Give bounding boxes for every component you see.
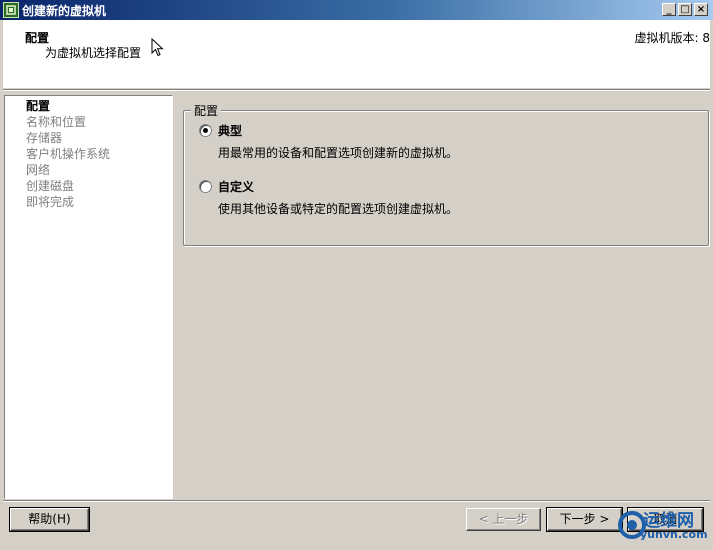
title-bar[interactable]: 创建新的虚拟机 _ □ × xyxy=(0,0,713,20)
step-item-create-disk: 创建磁盘 xyxy=(26,179,75,193)
config-group-legend: 配置 xyxy=(191,102,222,119)
minimize-button[interactable]: _ xyxy=(662,3,676,16)
step-item-config[interactable]: 配置 xyxy=(26,98,50,114)
custom-radio[interactable] xyxy=(199,180,212,193)
footer-divider xyxy=(3,500,710,502)
wizard-window: 创建新的虚拟机 _ □ × 配置 为虚拟机选择配置 虚拟机版本: 8 配置 名称… xyxy=(0,0,713,550)
step-item-storage: 存储器 xyxy=(26,131,63,145)
step-item-ready: 即将完成 xyxy=(26,195,75,209)
wizard-header: 配置 为虚拟机选择配置 虚拟机版本: 8 xyxy=(3,20,710,88)
wizard-steps-pane: 配置 名称和位置 存储器 客户机操作系统 网络 创建磁盘 即将完成 xyxy=(4,95,173,499)
step-item-name-location: 名称和位置 xyxy=(26,115,87,129)
vsphere-app-icon xyxy=(3,2,19,18)
custom-option-description: 使用其他设备或特定的配置选项创建虚拟机。 xyxy=(218,202,459,216)
config-groupbox xyxy=(183,110,709,246)
typical-option-label[interactable]: 典型 xyxy=(218,122,242,139)
typical-option-description: 用最常用的设备和配置选项创建新的虚拟机。 xyxy=(218,146,459,160)
vm-version-label: 虚拟机版本: 8 xyxy=(634,31,711,45)
window-title: 创建新的虚拟机 xyxy=(22,4,107,18)
page-subtitle: 为虚拟机选择配置 xyxy=(45,46,142,60)
watermark-url: yunvn.com xyxy=(640,528,708,541)
close-button[interactable]: × xyxy=(694,3,708,16)
next-button[interactable]: 下一步 > xyxy=(547,508,622,531)
radio-selected-dot xyxy=(203,128,208,133)
maximize-button[interactable]: □ xyxy=(678,3,692,16)
mouse-cursor-icon xyxy=(151,38,164,57)
custom-option-label[interactable]: 自定义 xyxy=(218,178,254,195)
header-divider xyxy=(3,89,710,91)
help-button[interactable]: 帮助(H) xyxy=(10,508,89,531)
step-item-guest-os: 客户机操作系统 xyxy=(26,147,111,161)
typical-radio[interactable] xyxy=(199,124,212,137)
back-button[interactable]: < 上一步 xyxy=(466,508,541,531)
step-item-network: 网络 xyxy=(26,163,51,177)
